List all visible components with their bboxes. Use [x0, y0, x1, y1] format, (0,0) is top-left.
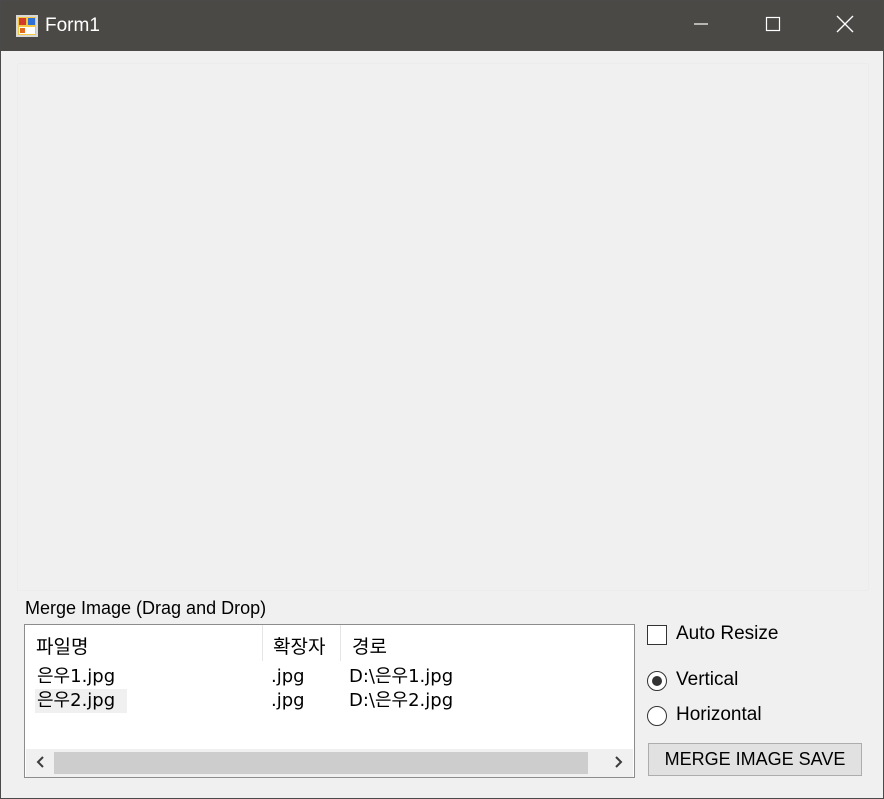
- maximize-icon: [765, 16, 781, 37]
- list-item[interactable]: 은우1.jpg .jpg D:\은우1.jpg: [25, 665, 634, 689]
- horizontal-scrollbar[interactable]: [26, 749, 633, 777]
- list-header: 파일명 확장자 경로: [25, 625, 634, 661]
- minimize-button[interactable]: [665, 1, 737, 51]
- close-icon: [836, 15, 854, 38]
- column-header-extension[interactable]: 확장자: [262, 625, 340, 661]
- radio-button-horizontal[interactable]: [647, 706, 667, 726]
- chevron-right-icon: [613, 753, 625, 774]
- list-item-path: D:\은우1.jpg: [349, 666, 454, 687]
- window-title: Form1: [45, 15, 100, 36]
- merge-group-label: Merge Image (Drag and Drop): [25, 598, 267, 618]
- vertical-label[interactable]: Vertical: [676, 669, 738, 691]
- scroll-right-button[interactable]: [605, 749, 633, 777]
- scroll-left-button[interactable]: [26, 749, 54, 777]
- list-item-ext: .jpg: [271, 666, 305, 687]
- list-item-ext: .jpg: [271, 690, 305, 711]
- title-bar[interactable]: Form1: [1, 1, 883, 51]
- checkbox-box[interactable]: [647, 625, 667, 645]
- list-item-name: 은우2.jpg: [35, 689, 128, 713]
- list-item-name: 은우1.jpg: [37, 666, 116, 687]
- form-app-icon: [16, 15, 38, 37]
- minimize-icon: [693, 16, 709, 37]
- form-window: Form1 Merge Image (Drag and Drop) 파일명 확장…: [0, 0, 884, 799]
- maximize-button[interactable]: [737, 1, 809, 51]
- merge-image-save-button[interactable]: MERGE IMAGE SAVE: [648, 743, 862, 776]
- file-list-view[interactable]: 파일명 확장자 경로 은우1.jpg .jpg D:\은우1.jpg 은우2.j…: [24, 624, 635, 778]
- list-item[interactable]: 은우2.jpg .jpg D:\은우2.jpg: [25, 689, 634, 713]
- auto-resize-label[interactable]: Auto Resize: [676, 623, 778, 645]
- close-button[interactable]: [809, 1, 881, 51]
- radio-selected-dot: [652, 676, 662, 686]
- column-header-filename[interactable]: 파일명: [25, 625, 262, 661]
- column-header-path[interactable]: 경로: [340, 625, 500, 661]
- scrollbar-thumb[interactable]: [54, 752, 588, 774]
- chevron-left-icon: [34, 753, 46, 774]
- radio-button-vertical[interactable]: [647, 671, 667, 691]
- merge-preview-area: [17, 63, 869, 591]
- list-item-path: D:\은우2.jpg: [349, 690, 454, 711]
- horizontal-label[interactable]: Horizontal: [676, 704, 762, 726]
